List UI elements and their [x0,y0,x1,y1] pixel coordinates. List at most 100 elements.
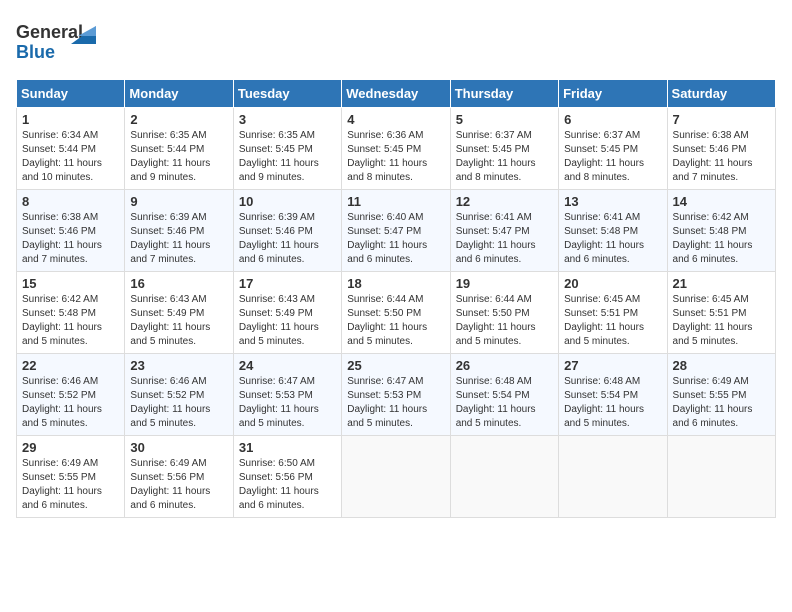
calendar-cell: 1 Sunrise: 6:34 AM Sunset: 5:44 PM Dayli… [17,108,125,190]
day-detail: Sunrise: 6:43 AM Sunset: 5:49 PM Dayligh… [130,293,227,349]
day-number: 25 [347,358,444,373]
day-detail: Sunrise: 6:45 AM Sunset: 5:51 PM Dayligh… [673,293,770,349]
calendar-cell: 6 Sunrise: 6:37 AM Sunset: 5:45 PM Dayli… [559,108,667,190]
day-number: 2 [130,112,227,127]
day-number: 26 [456,358,553,373]
calendar-cell [559,436,667,518]
day-detail: Sunrise: 6:49 AM Sunset: 5:55 PM Dayligh… [22,457,119,513]
day-detail: Sunrise: 6:37 AM Sunset: 5:45 PM Dayligh… [456,129,553,185]
day-number: 16 [130,276,227,291]
calendar-cell: 7 Sunrise: 6:38 AM Sunset: 5:46 PM Dayli… [667,108,775,190]
day-number: 1 [22,112,119,127]
day-detail: Sunrise: 6:46 AM Sunset: 5:52 PM Dayligh… [22,375,119,431]
column-header-saturday: Saturday [667,80,775,108]
calendar-cell: 28 Sunrise: 6:49 AM Sunset: 5:55 PM Dayl… [667,354,775,436]
day-detail: Sunrise: 6:43 AM Sunset: 5:49 PM Dayligh… [239,293,336,349]
day-detail: Sunrise: 6:37 AM Sunset: 5:45 PM Dayligh… [564,129,661,185]
svg-text:Blue: Blue [16,42,55,62]
calendar-cell [667,436,775,518]
day-number: 4 [347,112,444,127]
calendar-cell: 19 Sunrise: 6:44 AM Sunset: 5:50 PM Dayl… [450,272,558,354]
day-detail: Sunrise: 6:42 AM Sunset: 5:48 PM Dayligh… [22,293,119,349]
day-detail: Sunrise: 6:34 AM Sunset: 5:44 PM Dayligh… [22,129,119,185]
day-detail: Sunrise: 6:46 AM Sunset: 5:52 PM Dayligh… [130,375,227,431]
day-number: 28 [673,358,770,373]
column-header-sunday: Sunday [17,80,125,108]
day-number: 6 [564,112,661,127]
calendar-cell: 27 Sunrise: 6:48 AM Sunset: 5:54 PM Dayl… [559,354,667,436]
calendar-cell: 24 Sunrise: 6:47 AM Sunset: 5:53 PM Dayl… [233,354,341,436]
column-header-monday: Monday [125,80,233,108]
calendar-cell: 18 Sunrise: 6:44 AM Sunset: 5:50 PM Dayl… [342,272,450,354]
calendar-cell: 11 Sunrise: 6:40 AM Sunset: 5:47 PM Dayl… [342,190,450,272]
day-detail: Sunrise: 6:49 AM Sunset: 5:55 PM Dayligh… [673,375,770,431]
calendar-cell: 8 Sunrise: 6:38 AM Sunset: 5:46 PM Dayli… [17,190,125,272]
day-detail: Sunrise: 6:39 AM Sunset: 5:46 PM Dayligh… [130,211,227,267]
day-detail: Sunrise: 6:44 AM Sunset: 5:50 PM Dayligh… [456,293,553,349]
day-number: 31 [239,440,336,455]
day-detail: Sunrise: 6:47 AM Sunset: 5:53 PM Dayligh… [239,375,336,431]
calendar-table: SundayMondayTuesdayWednesdayThursdayFrid… [16,79,776,518]
day-detail: Sunrise: 6:47 AM Sunset: 5:53 PM Dayligh… [347,375,444,431]
calendar-header-row: SundayMondayTuesdayWednesdayThursdayFrid… [17,80,776,108]
page-header: General Blue [16,16,776,71]
calendar-cell: 14 Sunrise: 6:42 AM Sunset: 5:48 PM Dayl… [667,190,775,272]
day-number: 15 [22,276,119,291]
day-number: 21 [673,276,770,291]
day-detail: Sunrise: 6:48 AM Sunset: 5:54 PM Dayligh… [456,375,553,431]
day-detail: Sunrise: 6:44 AM Sunset: 5:50 PM Dayligh… [347,293,444,349]
calendar-cell: 17 Sunrise: 6:43 AM Sunset: 5:49 PM Dayl… [233,272,341,354]
calendar-cell: 9 Sunrise: 6:39 AM Sunset: 5:46 PM Dayli… [125,190,233,272]
calendar-cell: 29 Sunrise: 6:49 AM Sunset: 5:55 PM Dayl… [17,436,125,518]
calendar-week-row: 1 Sunrise: 6:34 AM Sunset: 5:44 PM Dayli… [17,108,776,190]
day-number: 27 [564,358,661,373]
calendar-cell: 26 Sunrise: 6:48 AM Sunset: 5:54 PM Dayl… [450,354,558,436]
calendar-cell: 5 Sunrise: 6:37 AM Sunset: 5:45 PM Dayli… [450,108,558,190]
day-detail: Sunrise: 6:40 AM Sunset: 5:47 PM Dayligh… [347,211,444,267]
calendar-cell [342,436,450,518]
calendar-week-row: 22 Sunrise: 6:46 AM Sunset: 5:52 PM Dayl… [17,354,776,436]
day-number: 24 [239,358,336,373]
column-header-thursday: Thursday [450,80,558,108]
day-detail: Sunrise: 6:42 AM Sunset: 5:48 PM Dayligh… [673,211,770,267]
day-detail: Sunrise: 6:50 AM Sunset: 5:56 PM Dayligh… [239,457,336,513]
calendar-cell: 21 Sunrise: 6:45 AM Sunset: 5:51 PM Dayl… [667,272,775,354]
day-detail: Sunrise: 6:39 AM Sunset: 5:46 PM Dayligh… [239,211,336,267]
calendar-week-row: 15 Sunrise: 6:42 AM Sunset: 5:48 PM Dayl… [17,272,776,354]
day-number: 18 [347,276,444,291]
svg-text:General: General [16,22,83,42]
day-number: 7 [673,112,770,127]
logo: General Blue [16,16,106,71]
calendar-cell: 23 Sunrise: 6:46 AM Sunset: 5:52 PM Dayl… [125,354,233,436]
calendar-cell: 30 Sunrise: 6:49 AM Sunset: 5:56 PM Dayl… [125,436,233,518]
day-number: 11 [347,194,444,209]
day-detail: Sunrise: 6:36 AM Sunset: 5:45 PM Dayligh… [347,129,444,185]
day-detail: Sunrise: 6:38 AM Sunset: 5:46 PM Dayligh… [673,129,770,185]
calendar-cell: 16 Sunrise: 6:43 AM Sunset: 5:49 PM Dayl… [125,272,233,354]
calendar-cell: 13 Sunrise: 6:41 AM Sunset: 5:48 PM Dayl… [559,190,667,272]
day-number: 23 [130,358,227,373]
day-number: 19 [456,276,553,291]
column-header-wednesday: Wednesday [342,80,450,108]
calendar-cell: 22 Sunrise: 6:46 AM Sunset: 5:52 PM Dayl… [17,354,125,436]
calendar-cell: 10 Sunrise: 6:39 AM Sunset: 5:46 PM Dayl… [233,190,341,272]
calendar-cell: 15 Sunrise: 6:42 AM Sunset: 5:48 PM Dayl… [17,272,125,354]
day-number: 30 [130,440,227,455]
column-header-tuesday: Tuesday [233,80,341,108]
day-number: 8 [22,194,119,209]
day-detail: Sunrise: 6:41 AM Sunset: 5:48 PM Dayligh… [564,211,661,267]
day-number: 3 [239,112,336,127]
day-detail: Sunrise: 6:35 AM Sunset: 5:45 PM Dayligh… [239,129,336,185]
calendar-cell: 2 Sunrise: 6:35 AM Sunset: 5:44 PM Dayli… [125,108,233,190]
logo-svg: General Blue [16,16,106,71]
day-detail: Sunrise: 6:45 AM Sunset: 5:51 PM Dayligh… [564,293,661,349]
day-number: 10 [239,194,336,209]
day-number: 14 [673,194,770,209]
day-detail: Sunrise: 6:38 AM Sunset: 5:46 PM Dayligh… [22,211,119,267]
calendar-week-row: 29 Sunrise: 6:49 AM Sunset: 5:55 PM Dayl… [17,436,776,518]
day-number: 29 [22,440,119,455]
day-detail: Sunrise: 6:48 AM Sunset: 5:54 PM Dayligh… [564,375,661,431]
day-number: 17 [239,276,336,291]
column-header-friday: Friday [559,80,667,108]
day-detail: Sunrise: 6:49 AM Sunset: 5:56 PM Dayligh… [130,457,227,513]
